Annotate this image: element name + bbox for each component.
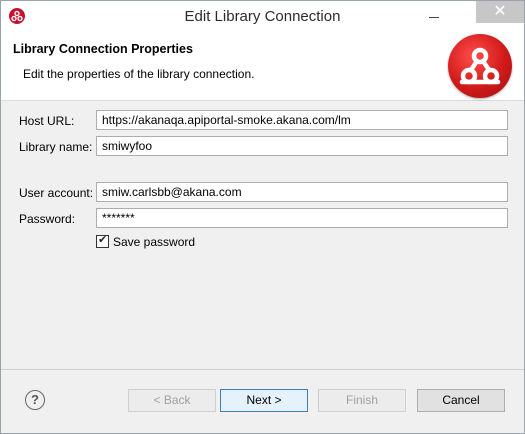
close-icon[interactable]: ✕ <box>476 1 524 23</box>
akana-logo-icon <box>448 34 512 98</box>
library-name-input[interactable] <box>96 136 508 156</box>
title-bar: Edit Library Connection ✕ <box>1 1 524 32</box>
host-url-label: Host URL: <box>19 114 75 128</box>
cancel-button[interactable]: Cancel <box>417 389 505 412</box>
help-icon[interactable]: ? <box>25 390 45 410</box>
minimize-icon[interactable] <box>421 5 447 27</box>
host-url-input[interactable] <box>96 110 508 130</box>
page-title: Library Connection Properties <box>13 42 193 56</box>
password-input[interactable] <box>96 208 508 228</box>
user-account-input[interactable] <box>96 182 508 202</box>
footer-separator <box>1 369 524 370</box>
save-password-checkbox[interactable] <box>96 233 109 248</box>
user-account-label: User account: <box>19 186 94 200</box>
next-button[interactable]: Next > <box>220 389 308 412</box>
library-name-label: Library name: <box>19 140 93 154</box>
password-label: Password: <box>19 212 76 226</box>
finish-button[interactable]: Finish <box>318 389 406 412</box>
dialog-window: Edit Library Connection ✕ Library Connec… <box>0 0 525 434</box>
back-button[interactable]: < Back <box>128 389 216 412</box>
page-description: Edit the properties of the library conne… <box>23 67 255 81</box>
wizard-header: Library Connection Properties Edit the p… <box>1 32 524 101</box>
save-password-label[interactable]: Save password <box>113 235 195 249</box>
